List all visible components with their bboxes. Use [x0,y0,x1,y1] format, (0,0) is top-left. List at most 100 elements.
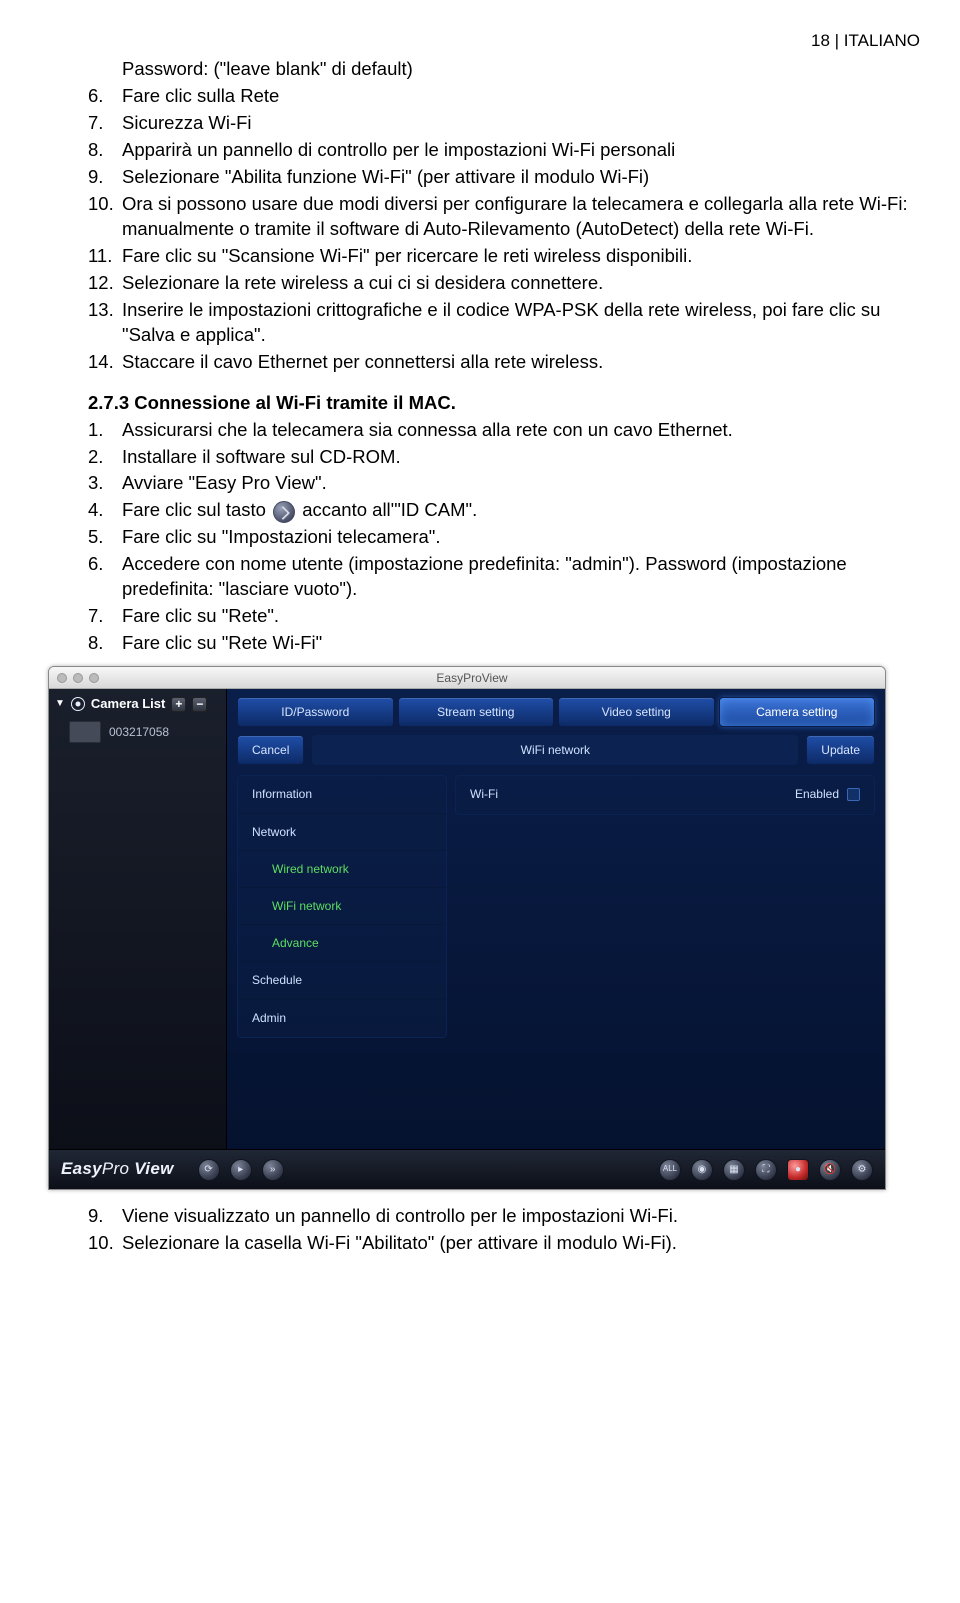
chevron-down-icon[interactable]: ▼ [55,697,65,711]
item: Apparirà un pannello di controllo per le… [122,138,920,163]
tab-camera-setting[interactable]: Camera setting [719,697,876,727]
footer-bar: EasyPro View ⟳ ▸ » ALL ◉ ▦ ⛶ ● 🔇 ⚙ [49,1149,885,1189]
item: Ora si possono usare due modi diversi pe… [122,192,920,242]
nav-schedule[interactable]: Schedule [238,962,446,999]
all-icon[interactable]: ALL [659,1159,681,1181]
num: 7. [88,111,122,136]
item: Fare clic su "Impostazioni telecamera". [122,525,920,550]
item: Assicurarsi che la telecamera sia connes… [122,418,920,443]
close-icon[interactable] [57,673,67,683]
wifi-enabled-checkbox[interactable] [847,788,860,801]
nav-information[interactable]: Information [238,776,446,813]
add-button[interactable]: + [171,697,186,712]
num: 6. [88,84,122,109]
num: 2. [88,445,122,470]
num: 1. [88,418,122,443]
num: 6. [88,552,122,602]
mute-icon[interactable]: 🔇 [819,1159,841,1181]
cancel-button[interactable]: Cancel [237,735,304,765]
brand1: Easy [61,1159,102,1178]
section-title: 2.7.3 Connessione al Wi-Fi tramite il MA… [88,391,920,416]
settings-nav: Information Network Wired network WiFi n… [237,775,447,1037]
app-window: EasyProView ▼ Camera List + − 003217058 … [48,666,886,1190]
item: Selezionare la casella Wi-Fi "Abilitato"… [122,1231,920,1256]
item: Fare clic sul tasto accanto all'"ID CAM"… [122,498,920,523]
camera-icon [71,697,85,711]
post-list: 9.Viene visualizzato un pannello di cont… [88,1204,920,1256]
enabled-label: Enabled [795,786,839,802]
item: Inserire le impostazioni crittografiche … [122,298,920,348]
update-button[interactable]: Update [806,735,875,765]
nav-admin[interactable]: Admin [238,1000,446,1037]
num: 8. [88,138,122,163]
refresh-icon[interactable]: ⟳ [198,1159,220,1181]
text-post: accanto all'"ID CAM". [297,499,477,520]
camera-list-header[interactable]: ▼ Camera List + − [51,693,224,719]
num: 9. [88,165,122,190]
item: Avviare "Easy Pro View". [122,471,920,496]
top-list: Password: ("leave blank" di default) 6.F… [88,57,920,375]
panel-title: WiFi network [312,735,798,765]
num: 9. [88,1204,122,1229]
camera-list-item[interactable]: 003217058 [51,719,224,745]
page-number: 18 | ITALIANO [88,30,920,53]
fullscreen-icon[interactable]: ⛶ [755,1159,777,1181]
wifi-label: Wi-Fi [470,786,498,802]
item: Accedere con nome utente (impostazione p… [122,552,920,602]
window-controls[interactable] [49,673,99,683]
detail-panel: Wi-Fi Enabled [455,775,875,815]
nav-wifi-network[interactable]: WiFi network [238,888,446,925]
num: 7. [88,604,122,629]
settings-icon[interactable]: ⚙ [851,1159,873,1181]
tab-id-password[interactable]: ID/Password [237,697,394,727]
next-icon[interactable]: » [262,1159,284,1181]
num: 14. [88,350,122,375]
tab-row: ID/Password Stream setting Video setting… [237,697,875,727]
main-panel: ID/Password Stream setting Video setting… [227,689,885,1149]
tab-video-setting[interactable]: Video setting [558,697,715,727]
num: 4. [88,498,122,523]
item: Sicurezza Wi-Fi [122,111,920,136]
arrow-circle-icon [273,501,295,523]
brand2: Pro [102,1159,134,1178]
camera-list-title: Camera List [91,695,165,713]
item: Fare clic su "Rete Wi-Fi" [122,631,920,656]
grid-icon[interactable]: ▦ [723,1159,745,1181]
mac-list: 1.Assicurarsi che la telecamera sia conn… [88,418,920,657]
num: 5. [88,525,122,550]
item: Installare il software sul CD-ROM. [122,445,920,470]
nav-advance[interactable]: Advance [238,925,446,962]
nav-wired-network[interactable]: Wired network [238,851,446,888]
remove-button[interactable]: − [192,697,207,712]
num: 8. [88,631,122,656]
num: 10. [88,1231,122,1256]
text-pre: Fare clic sul tasto [122,499,271,520]
item: Selezionare "Abilita funzione Wi-Fi" (pe… [122,165,920,190]
sidebar: ▼ Camera List + − 003217058 [49,689,227,1149]
record-icon[interactable]: ● [787,1159,809,1181]
num [88,57,122,82]
brand-logo: EasyPro View [61,1158,174,1181]
item: Staccare il cavo Ethernet per connetters… [122,350,920,375]
item: Fare clic su "Rete". [122,604,920,629]
item: Fare clic su "Scansione Wi-Fi" per ricer… [122,244,920,269]
item: Viene visualizzato un pannello di contro… [122,1204,920,1229]
num: 12. [88,271,122,296]
window-title: EasyProView [99,670,885,686]
tab-stream-setting[interactable]: Stream setting [398,697,555,727]
camera-id: 003217058 [109,724,169,740]
item: Selezionare la rete wireless a cui ci si… [122,271,920,296]
num: 13. [88,298,122,348]
num: 3. [88,471,122,496]
num: 10. [88,192,122,242]
item: Password: ("leave blank" di default) [122,57,920,82]
globe-icon[interactable]: ◉ [691,1159,713,1181]
nav-network[interactable]: Network [238,814,446,851]
zoom-icon[interactable] [89,673,99,683]
brand3: View [134,1159,173,1178]
num: 11. [88,244,122,269]
camera-thumbnail [69,721,101,743]
minimize-icon[interactable] [73,673,83,683]
item: Fare clic sulla Rete [122,84,920,109]
play-icon[interactable]: ▸ [230,1159,252,1181]
